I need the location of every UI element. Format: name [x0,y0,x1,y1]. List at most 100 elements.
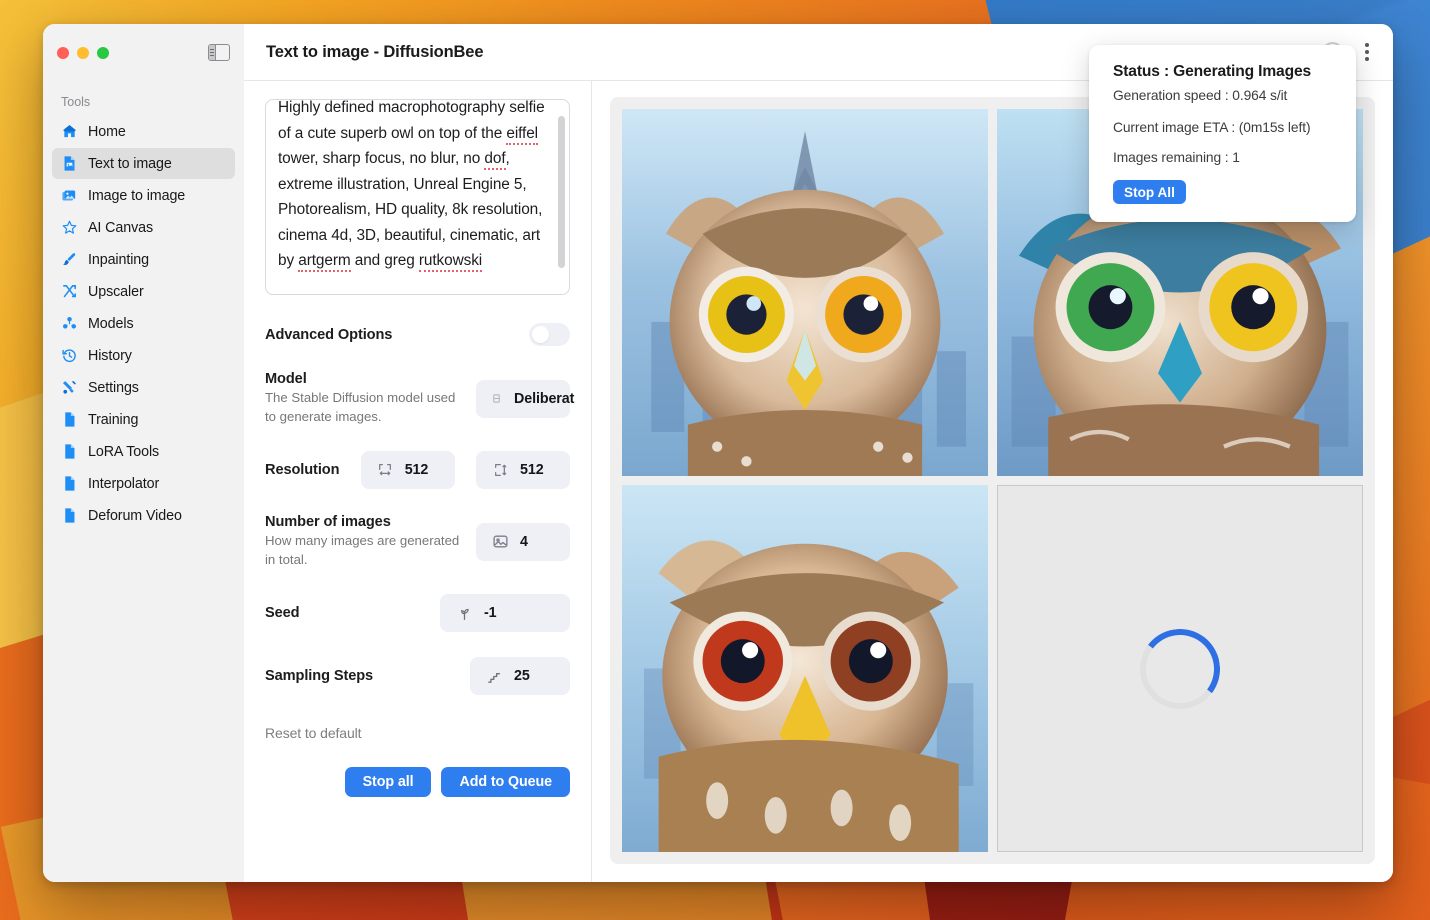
sidebar-item-ai-canvas[interactable]: AI Canvas [52,212,235,243]
sidebar-item-label: LoRA Tools [88,444,159,460]
result-image-tile[interactable] [622,485,988,852]
maximize-window-button[interactable] [97,47,109,59]
sidebar-item-label: History [88,348,132,364]
sidebar-item-interpolator[interactable]: Interpolator [52,468,235,499]
owl-eiffel-image-3 [622,485,988,852]
number-of-images-text-block: Number of images How many images are gen… [265,514,465,569]
sidebar-item-history[interactable]: History [52,340,235,371]
sidebar-item-settings[interactable]: Settings [52,372,235,403]
owl-eiffel-image-1 [622,109,988,476]
steps-icon [486,668,503,685]
seed-input[interactable]: -1 [440,594,570,632]
eta-text: Current image ETA : (0m15s left) [1113,120,1334,135]
sidebar-item-image-to-image[interactable]: Image to image [52,180,235,211]
model-select[interactable]: Deliberat [476,380,570,418]
file-icon [61,443,78,460]
seed-icon [456,605,473,622]
brush-icon [61,251,78,268]
resolution-width-input[interactable]: 512 [361,451,455,489]
seed-label: Seed [265,605,299,621]
add-to-queue-button[interactable]: Add to Queue [441,767,570,797]
result-loading-tile[interactable] [997,485,1363,852]
text-to-image-icon [61,155,78,172]
number-of-images-description: How many images are generated in total. [265,532,465,569]
height-icon [492,462,509,479]
config-panel: Highly defined macrophotography selfie o… [244,81,592,882]
image-to-image-icon [61,187,78,204]
file-icon [61,475,78,492]
sidebar-item-label: Settings [88,380,139,396]
number-of-images-label: Number of images [265,514,465,530]
chip-icon [488,390,505,407]
tools-icon [61,379,78,396]
sidebar-item-text-to-image[interactable]: Text to image [52,148,235,179]
image-icon [492,533,509,550]
sidebar-item-models[interactable]: Models [52,308,235,339]
sidebar-item-home[interactable]: Home [52,116,235,147]
sidebar-item-label: Inpainting [88,252,149,268]
minimize-window-button[interactable] [77,47,89,59]
resolution-height-input[interactable]: 512 [476,451,570,489]
sidebar-section-label: Tools [52,91,235,116]
generation-speed-text: Generation speed : 0.964 s/it [1113,88,1334,103]
close-window-button[interactable] [57,47,69,59]
sidebar-item-lora-tools[interactable]: LoRA Tools [52,436,235,467]
prompt-scrollbar[interactable] [558,116,565,268]
desktop-wallpaper: Text to image - DiffusionBee Tools Home [0,0,1430,920]
toggle-knob [532,326,549,343]
sampling-steps-label: Sampling Steps [265,668,373,684]
result-image-tile[interactable] [622,109,988,476]
sidebar-item-label: Image to image [88,188,185,204]
sidebar-item-label: Text to image [88,156,172,172]
model-label: Model [265,371,465,387]
resolution-width-value: 512 [405,462,429,478]
action-buttons: Stop all Add to Queue [265,767,570,797]
star-icon [61,219,78,236]
sidebar-item-label: Models [88,316,134,332]
advanced-options-row: Advanced Options [265,323,570,346]
page-title: Text to image - DiffusionBee [266,43,483,62]
advanced-options-label: Advanced Options [265,327,392,343]
sidebar-toggle-icon[interactable] [208,44,230,61]
file-icon [61,507,78,524]
width-icon [377,462,394,479]
sidebar-item-label: Interpolator [88,476,159,492]
sidebar-item-training[interactable]: Training [52,404,235,435]
sidebar-item-label: Deforum Video [88,508,182,524]
seed-row: Seed -1 [265,594,570,632]
number-of-images-value: 4 [520,534,528,550]
sidebar-toggle-panel [209,45,216,60]
model-row: Model The Stable Diffusion model used to… [265,371,570,426]
advanced-options-toggle[interactable] [529,323,570,346]
sampling-steps-value: 25 [514,668,530,684]
overflow-menu-icon[interactable] [1363,41,1371,63]
status-title: Status : Generating Images [1113,63,1334,81]
number-of-images-input[interactable]: 4 [476,523,570,561]
resolution-row: Resolution 512 512 [265,451,570,489]
sidebar-item-deforum-video[interactable]: Deforum Video [52,500,235,531]
traffic-lights [57,47,109,59]
prompt-input[interactable]: Highly defined macrophotography selfie o… [265,99,570,295]
model-text-block: Model The Stable Diffusion model used to… [265,371,465,426]
model-value: Deliberat [514,391,574,407]
number-of-images-row: Number of images How many images are gen… [265,514,570,569]
sidebar-item-inpainting[interactable]: Inpainting [52,244,235,275]
file-icon [61,411,78,428]
sidebar: Tools Home Text to image [43,81,244,882]
home-icon [61,123,78,140]
loading-spinner-icon [1135,623,1225,713]
stop-all-button[interactable]: Stop All [1113,180,1186,204]
resolution-label: Resolution [265,462,339,478]
history-icon [61,347,78,364]
resolution-height-value: 512 [520,462,544,478]
sampling-steps-row: Sampling Steps 25 [265,657,570,695]
sidebar-item-label: Training [88,412,138,428]
sidebar-item-label: Upscaler [88,284,144,300]
reset-to-default-button[interactable]: Reset to default [265,725,570,741]
sampling-steps-input[interactable]: 25 [470,657,570,695]
upscale-icon [61,283,78,300]
models-icon [61,315,78,332]
sidebar-item-upscaler[interactable]: Upscaler [52,276,235,307]
images-remaining-text: Images remaining : 1 [1113,150,1334,165]
stop-all-button[interactable]: Stop all [345,767,432,797]
